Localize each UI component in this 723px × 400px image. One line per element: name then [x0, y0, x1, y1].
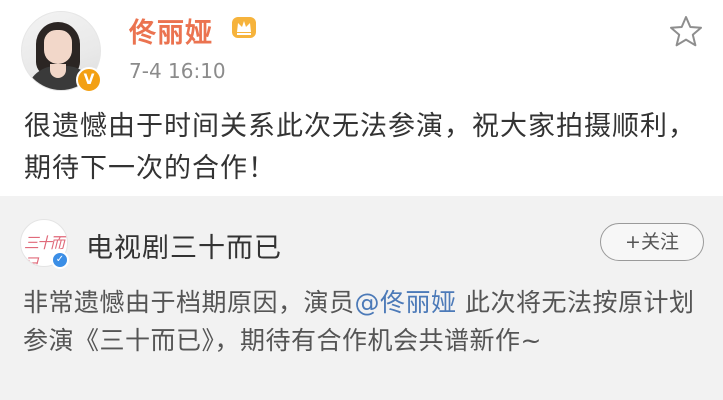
crown-icon: [232, 17, 256, 38]
repost-text-before: 非常遗憾由于档期原因，演员: [23, 288, 355, 317]
verified-blue-icon: ✓: [51, 251, 69, 269]
star-icon[interactable]: [668, 14, 704, 50]
post-timestamp: 7-4 16:10: [129, 59, 226, 83]
user-avatar[interactable]: V: [21, 11, 102, 93]
verified-badge-icon: V: [76, 67, 102, 93]
repost-content: 非常遗憾由于档期原因，演员@佟丽娅 此次将无法按原计划参演《三十而已》，期待有合…: [23, 284, 703, 360]
reposted-card[interactable]: 三十而已 ✓ 电视剧三十而已 +关注 非常遗憾由于档期原因，演员@佟丽娅 此次将…: [0, 196, 723, 400]
username[interactable]: 佟丽娅: [129, 11, 213, 50]
repost-account-name[interactable]: 电视剧三十而已: [86, 226, 282, 265]
mention-link[interactable]: @佟丽娅: [355, 288, 457, 317]
weibo-post: V 佟丽娅 7-4 16:10 很遗憾由于时间关系此次无法参演，祝大家拍摄顺利，…: [0, 0, 723, 196]
follow-button[interactable]: +关注: [600, 223, 704, 261]
post-content: 很遗憾由于时间关系此次无法参演，祝大家拍摄顺利，期待下一次的合作！: [24, 111, 696, 184]
